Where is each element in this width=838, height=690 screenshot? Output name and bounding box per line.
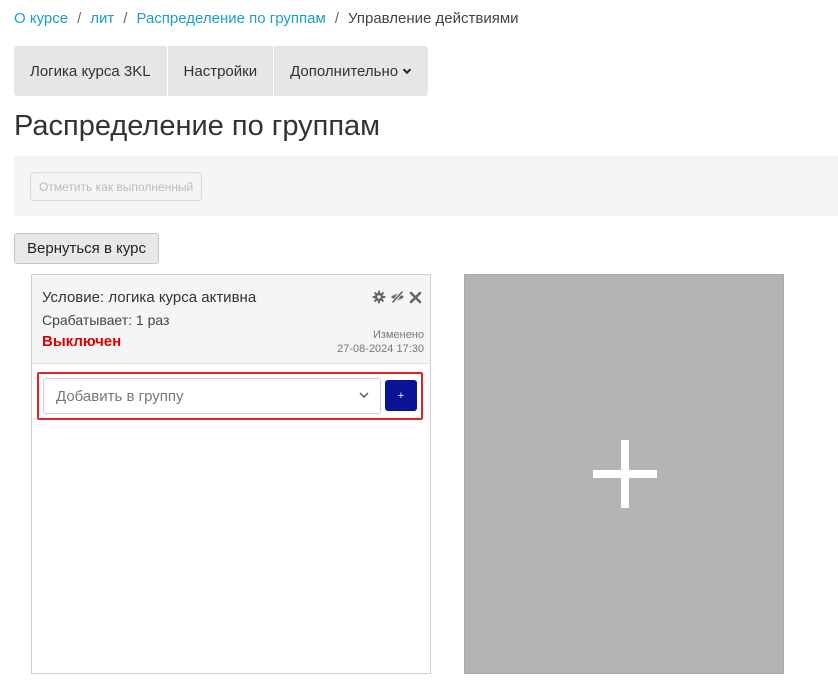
- breadcrumb: О курсе / лит / Распределение по группам…: [14, 10, 519, 27]
- tab-label: Настройки: [183, 62, 258, 80]
- rule-condition: Условие: логика курса активна: [42, 289, 257, 306]
- mark-complete-button[interactable]: Отметить как выполненный: [30, 172, 203, 201]
- rule-card-actions: [372, 290, 422, 304]
- breadcrumb-group-distribution[interactable]: Распределение по группам: [136, 10, 325, 27]
- tab-label: Логика курса 3KL: [30, 62, 151, 80]
- action-type-select[interactable]: Добавить в группу: [43, 378, 381, 414]
- breadcrumb-lit[interactable]: лит: [90, 10, 114, 27]
- tab-more[interactable]: Дополнительно: [274, 46, 428, 96]
- breadcrumb-current: Управление действиями: [348, 10, 519, 27]
- rule-status: Выключен: [42, 333, 122, 350]
- gear-icon[interactable]: [372, 290, 386, 304]
- breadcrumb-course[interactable]: О курсе: [14, 10, 68, 27]
- breadcrumb-separator: /: [123, 10, 128, 27]
- page-title: Распределение по группам: [14, 110, 381, 142]
- tab-course-logic[interactable]: Логика курса 3KL: [14, 46, 168, 96]
- breadcrumb-separator: /: [77, 10, 82, 27]
- add-action-button[interactable]: +: [385, 380, 417, 411]
- activity-completion-bar: Отметить как выполненный: [14, 156, 838, 216]
- rule-card-header: Условие: логика курса активна Срабатывае…: [32, 275, 430, 364]
- action-type-select-value: Добавить в группу: [56, 387, 184, 405]
- rule-modified-label: Изменено: [372, 329, 424, 341]
- rule-modified: Изменено 27-08-2024 17:30: [337, 328, 424, 356]
- rule-fires-count: Срабатывает: 1 раз: [42, 312, 170, 328]
- eye-slash-icon[interactable]: [390, 290, 405, 304]
- plus-icon: [593, 440, 657, 508]
- rule-card: Условие: логика курса активна Срабатывае…: [31, 274, 431, 674]
- add-action-row: Добавить в группу +: [37, 372, 423, 420]
- rule-modified-date: 27-08-2024 17:30: [337, 343, 424, 355]
- secondary-navigation: Логика курса 3KL Настройки Дополнительно: [14, 46, 429, 96]
- breadcrumb-separator: /: [334, 10, 339, 27]
- tab-label: Дополнительно: [290, 62, 399, 80]
- chevron-down-icon: [359, 392, 369, 398]
- back-to-course-button[interactable]: Вернуться в курс: [14, 233, 159, 264]
- chevron-down-icon: [402, 68, 412, 75]
- add-rule-card[interactable]: [464, 274, 784, 674]
- tab-settings[interactable]: Настройки: [168, 46, 275, 96]
- close-icon[interactable]: [409, 291, 422, 304]
